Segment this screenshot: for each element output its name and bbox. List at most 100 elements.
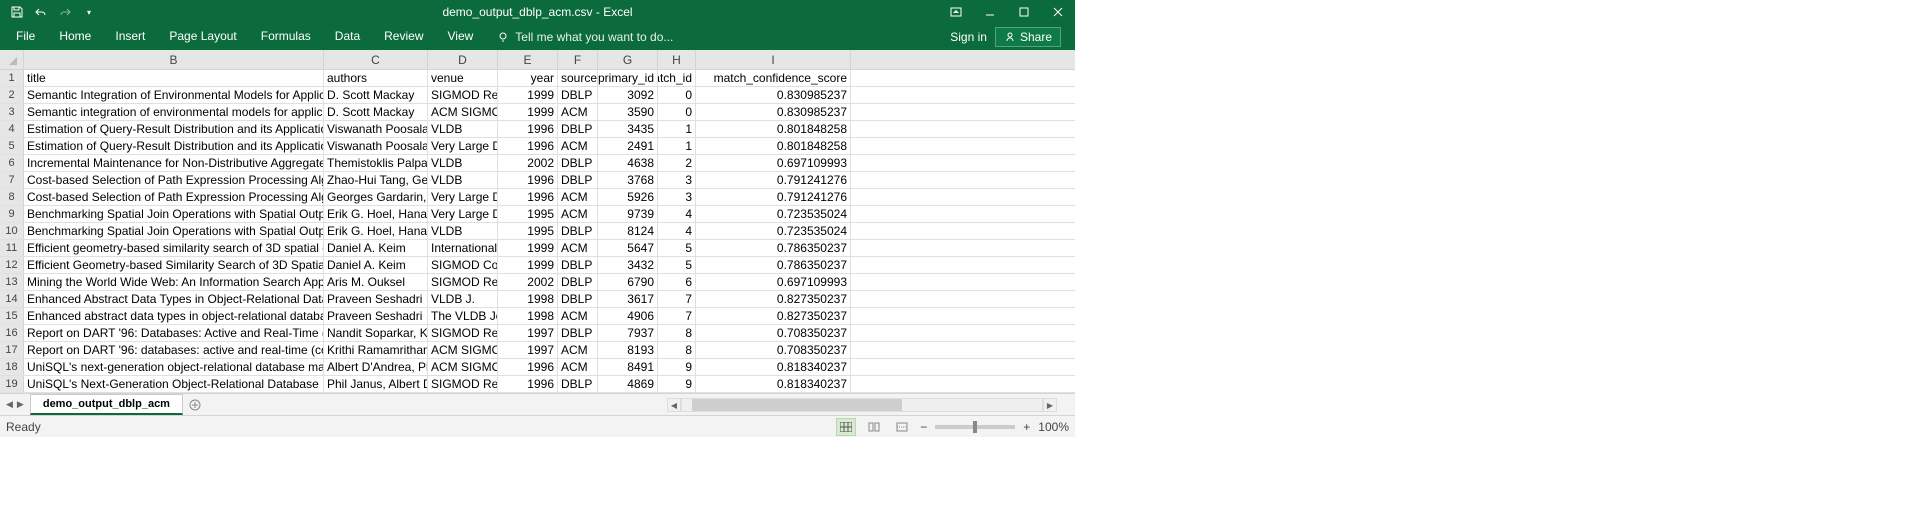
- sheet-tab-active[interactable]: demo_output_dblp_acm: [30, 394, 183, 415]
- cell[interactable]: VLDB: [428, 121, 498, 137]
- cell[interactable]: primary_id: [598, 70, 658, 86]
- cell[interactable]: 0.697109993: [696, 155, 851, 171]
- cell[interactable]: DBLP: [558, 223, 598, 239]
- cell[interactable]: 3092: [598, 87, 658, 103]
- cell[interactable]: 4: [658, 223, 696, 239]
- cell[interactable]: 4: [658, 206, 696, 222]
- scroll-track[interactable]: [681, 398, 1043, 412]
- cell[interactable]: Cost-based Selection of Path Expression …: [24, 172, 324, 188]
- cell[interactable]: 1995: [498, 206, 558, 222]
- cell[interactable]: Themistoklis Palpanas, Richar: [324, 155, 428, 171]
- col-header[interactable]: I: [696, 50, 851, 69]
- cell[interactable]: DBLP: [558, 325, 598, 341]
- undo-icon[interactable]: [30, 1, 52, 23]
- cell[interactable]: 0.708350237: [696, 342, 851, 358]
- cell[interactable]: Georges Gardarin, Jean-Rober: [324, 189, 428, 205]
- cell[interactable]: Very Large Data Bas: [428, 138, 498, 154]
- row-header[interactable]: 14: [0, 291, 24, 307]
- cell[interactable]: Daniel A. Keim: [324, 257, 428, 273]
- row-header[interactable]: 5: [0, 138, 24, 154]
- cell[interactable]: 9739: [598, 206, 658, 222]
- cell[interactable]: Semantic integration of environmental mo…: [24, 104, 324, 120]
- cell[interactable]: 0: [658, 104, 696, 120]
- cell[interactable]: 1998: [498, 291, 558, 307]
- cell[interactable]: 8193: [598, 342, 658, 358]
- cell[interactable]: 1996: [498, 189, 558, 205]
- cell[interactable]: 0.801848258: [696, 138, 851, 154]
- cell[interactable]: Benchmarking Spatial Join Operations wit…: [24, 206, 324, 222]
- spreadsheet-grid[interactable]: 1titleauthorsvenueyearsourceprimary_idma…: [0, 70, 1075, 393]
- cell[interactable]: Aris M. Ouksel: [324, 274, 428, 290]
- cell[interactable]: 0.723535024: [696, 223, 851, 239]
- cell[interactable]: Report on DART '96: databases: active an…: [24, 342, 324, 358]
- zoom-out-icon[interactable]: −: [920, 420, 927, 434]
- cell[interactable]: 7: [658, 291, 696, 307]
- col-header[interactable]: E: [498, 50, 558, 69]
- cell[interactable]: ACM SIGMOD Recor: [428, 104, 498, 120]
- cell[interactable]: D. Scott Mackay: [324, 87, 428, 103]
- cell[interactable]: 0.791241276: [696, 189, 851, 205]
- cell[interactable]: DBLP: [558, 376, 598, 392]
- add-sheet-button[interactable]: [183, 394, 207, 415]
- col-header[interactable]: C: [324, 50, 428, 69]
- cell[interactable]: DBLP: [558, 121, 598, 137]
- cell[interactable]: 0.830985237: [696, 87, 851, 103]
- cell[interactable]: 3617: [598, 291, 658, 307]
- row-header[interactable]: 9: [0, 206, 24, 222]
- cell[interactable]: ACM: [558, 206, 598, 222]
- cell[interactable]: DBLP: [558, 274, 598, 290]
- cell[interactable]: 0.827350237: [696, 308, 851, 324]
- row-header[interactable]: 4: [0, 121, 24, 137]
- cell[interactable]: 5: [658, 257, 696, 273]
- row-header[interactable]: 13: [0, 274, 24, 290]
- cell[interactable]: 3432: [598, 257, 658, 273]
- cell[interactable]: venue: [428, 70, 498, 86]
- scroll-thumb[interactable]: [692, 399, 902, 411]
- cell[interactable]: VLDB: [428, 172, 498, 188]
- view-normal-icon[interactable]: [836, 418, 856, 436]
- cell[interactable]: ACM: [558, 104, 598, 120]
- sign-in-link[interactable]: Sign in: [950, 30, 987, 44]
- cell[interactable]: SIGMOD Record: [428, 376, 498, 392]
- cell[interactable]: 0.786350237: [696, 257, 851, 273]
- cell[interactable]: 2002: [498, 274, 558, 290]
- cell[interactable]: 0.708350237: [696, 325, 851, 341]
- cell[interactable]: International Confe: [428, 240, 498, 256]
- cell[interactable]: Krithi Ramamritham, Nandit S: [324, 342, 428, 358]
- scroll-left-icon[interactable]: ◀: [667, 398, 681, 412]
- col-header[interactable]: G: [598, 50, 658, 69]
- cell[interactable]: UniSQL's next-generation object-relation…: [24, 359, 324, 375]
- cell[interactable]: 1999: [498, 257, 558, 273]
- cell[interactable]: SIGMOD Record: [428, 274, 498, 290]
- cell[interactable]: 0.830985237: [696, 104, 851, 120]
- col-header[interactable]: F: [558, 50, 598, 69]
- cell[interactable]: 8: [658, 342, 696, 358]
- cell[interactable]: 5: [658, 240, 696, 256]
- row-header[interactable]: 17: [0, 342, 24, 358]
- maximize-icon[interactable]: [1007, 0, 1041, 24]
- cell[interactable]: The VLDB Journal &: [428, 308, 498, 324]
- row-header[interactable]: 1: [0, 70, 24, 86]
- cell[interactable]: Report on DART '96: Databases: Active an…: [24, 325, 324, 341]
- cell[interactable]: 8: [658, 325, 696, 341]
- cell[interactable]: 3: [658, 189, 696, 205]
- row-header[interactable]: 18: [0, 359, 24, 375]
- cell[interactable]: Very Large Data Bas: [428, 189, 498, 205]
- cell[interactable]: 5647: [598, 240, 658, 256]
- tab-page-layout[interactable]: Page Layout: [157, 25, 248, 49]
- cell[interactable]: ACM: [558, 359, 598, 375]
- row-header[interactable]: 19: [0, 376, 24, 392]
- cell[interactable]: Zhao-Hui Tang, Georges Garda: [324, 172, 428, 188]
- cell[interactable]: 1996: [498, 138, 558, 154]
- file-tab[interactable]: File: [4, 25, 47, 49]
- cell[interactable]: 5926: [598, 189, 658, 205]
- cell[interactable]: 0.818340237: [696, 376, 851, 392]
- cell[interactable]: Efficient Geometry-based Similarity Sear…: [24, 257, 324, 273]
- cell[interactable]: Viswanath Poosala, Yannis E. I: [324, 138, 428, 154]
- tab-home[interactable]: Home: [47, 25, 103, 49]
- cell[interactable]: 1999: [498, 87, 558, 103]
- tab-prev-icon[interactable]: ◀: [6, 399, 13, 410]
- cell[interactable]: ACM: [558, 240, 598, 256]
- cell[interactable]: DBLP: [558, 257, 598, 273]
- row-header[interactable]: 6: [0, 155, 24, 171]
